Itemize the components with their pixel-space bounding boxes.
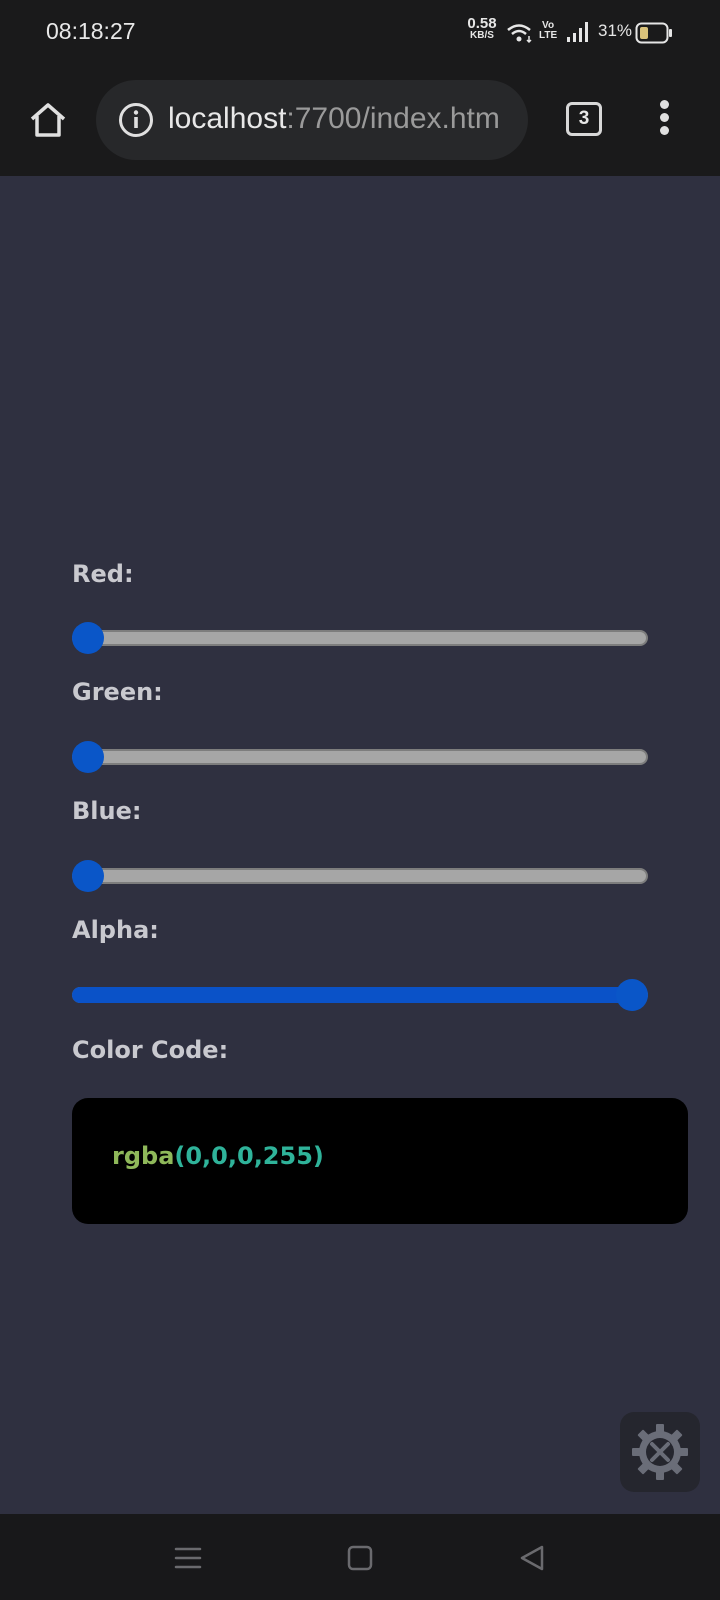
blue-slider[interactable] — [72, 856, 648, 896]
tools-gear-icon — [632, 1424, 688, 1480]
red-label: Red: — [72, 560, 134, 588]
status-bar: 08:18:27 0.58 KB/S Vo LTE 31% — [0, 0, 720, 64]
recents-menu-icon[interactable] — [172, 1542, 204, 1574]
url-path: :7700/index.htm — [286, 102, 500, 135]
blue-label: Blue: — [72, 797, 142, 825]
color-code-args: (0,0,0,255) — [174, 1142, 324, 1170]
tools-button[interactable] — [620, 1412, 700, 1492]
slider-thumb[interactable] — [616, 979, 648, 1011]
menu-dot — [659, 126, 669, 135]
page-content: Red: Green: Blue: Alpha: Color Code: rgb… — [0, 176, 720, 1514]
address-bar[interactable]: localhost:7700/index.htm — [96, 80, 528, 160]
slider-fill — [72, 987, 632, 1003]
wifi-icon — [507, 24, 532, 44]
color-code-box: rgba(0,0,0,255) — [72, 1098, 688, 1224]
status-time: 08:18:27 — [46, 18, 136, 44]
browser-toolbar: localhost:7700/index.htm 3 — [0, 64, 720, 176]
slider-track — [72, 630, 648, 646]
signal-icon — [567, 22, 588, 42]
slider-thumb[interactable] — [72, 741, 104, 773]
network-speed-value: 0.58 — [467, 15, 497, 32]
alpha-slider[interactable] — [72, 975, 648, 1015]
network-speed: 0.58 KB/S — [462, 15, 502, 42]
color-code-label: Color Code: — [72, 1036, 229, 1064]
tab-switcher-button[interactable]: 3 — [566, 102, 602, 136]
slider-track — [72, 868, 648, 884]
url-host: localhost — [168, 102, 287, 135]
menu-dot — [659, 100, 669, 109]
menu-dot — [659, 113, 669, 122]
battery-percent: 31% — [598, 21, 633, 40]
green-slider[interactable] — [72, 737, 648, 777]
back-triangle-icon[interactable] — [516, 1542, 548, 1574]
volte-line2: LTE — [539, 30, 558, 41]
slider-thumb[interactable] — [72, 622, 104, 654]
home-icon[interactable] — [28, 100, 68, 140]
color-code-text: rgba(0,0,0,255) — [112, 1142, 324, 1170]
slider-thumb[interactable] — [72, 860, 104, 892]
alpha-label: Alpha: — [72, 916, 159, 944]
slider-track — [72, 749, 648, 765]
red-slider[interactable] — [72, 618, 648, 658]
home-square-icon[interactable] — [344, 1542, 376, 1574]
volte-icon: Vo LTE — [539, 21, 557, 41]
info-icon[interactable] — [118, 102, 154, 138]
green-label: Green: — [72, 678, 163, 706]
url-text[interactable]: localhost:7700/index.htm — [168, 102, 500, 136]
system-nav-bar — [0, 1514, 720, 1600]
color-code-fn: rgba — [112, 1142, 175, 1170]
more-vert-icon[interactable] — [650, 100, 678, 140]
battery-icon — [635, 22, 672, 44]
